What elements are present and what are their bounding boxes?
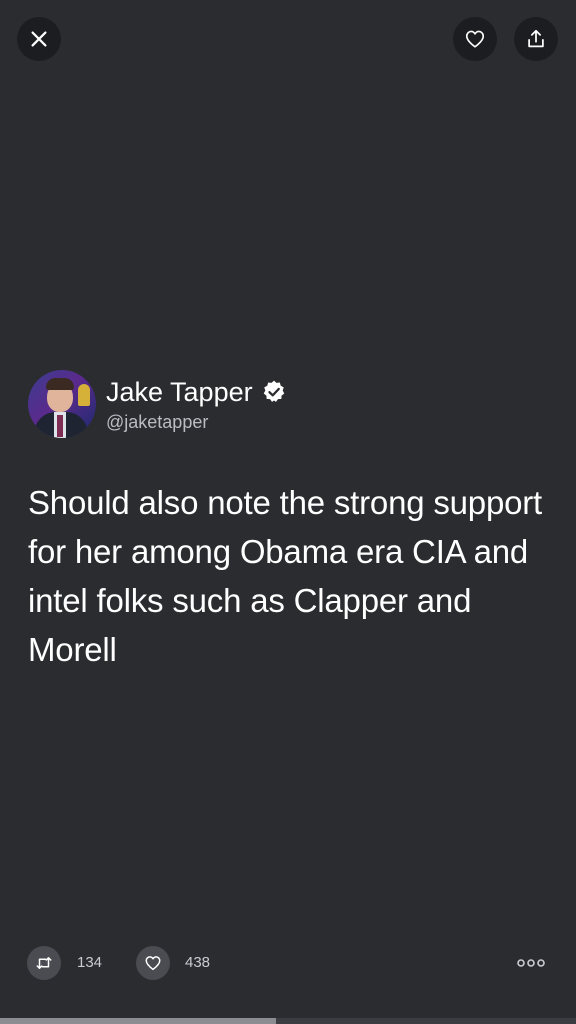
close-button[interactable] [17, 17, 61, 61]
retweet-button[interactable] [27, 946, 61, 980]
media-progress-bar [0, 1018, 576, 1024]
tweet-author[interactable]: Jake Tapper @jaketapper [28, 370, 287, 438]
retweet-count: 134 [77, 954, 103, 971]
tweet-stats: 134 438 [0, 946, 576, 990]
close-icon [31, 31, 47, 47]
heart-icon [145, 956, 161, 971]
more-options-icon[interactable] [516, 956, 546, 970]
share-button[interactable] [514, 17, 558, 61]
author-handle: @jaketapper [106, 411, 209, 432]
tweet-text: Should also note the strong support for … [28, 484, 543, 668]
like-button[interactable] [453, 17, 497, 61]
like-count: 438 [185, 954, 211, 971]
retweet-icon [36, 957, 52, 969]
verified-badge-icon [263, 380, 284, 402]
share-icon [528, 29, 544, 48]
like-count-button[interactable] [136, 946, 170, 980]
avatar[interactable] [28, 370, 96, 438]
author-display-name: Jake Tapper [106, 376, 253, 407]
heart-icon [465, 30, 485, 48]
media-progress-fill [0, 1018, 277, 1024]
